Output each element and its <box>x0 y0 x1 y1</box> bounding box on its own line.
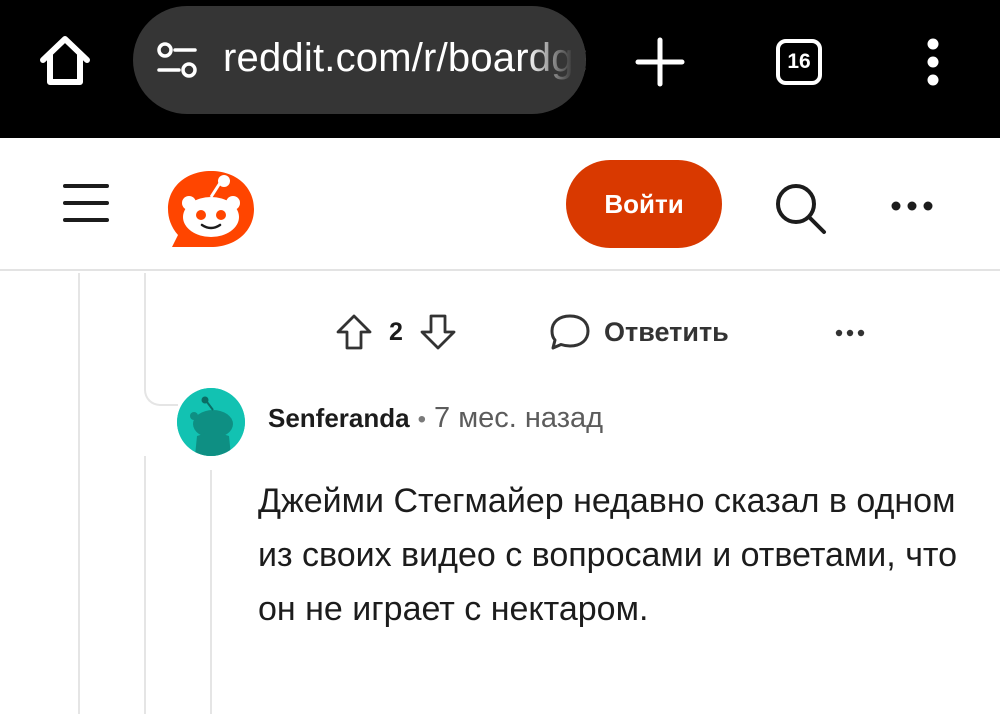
reply-bubble-icon <box>550 314 590 350</box>
reddit-header: Войти <box>0 138 1000 271</box>
tab-count: 16 <box>787 50 811 73</box>
tabs-icon: 16 <box>776 39 822 85</box>
hamburger-menu-icon[interactable] <box>55 178 117 228</box>
meta-separator: • <box>417 406 427 433</box>
reddit-logo-icon[interactable] <box>162 165 260 253</box>
reply-button[interactable]: Ответить <box>548 306 729 358</box>
comment-action-bar: 2 <box>330 300 462 364</box>
downvote-button[interactable] <box>414 308 462 356</box>
browser-toolbar: reddit.com/r/boardgames 16 <box>0 0 1000 138</box>
plus-icon <box>635 37 685 87</box>
timestamp: 7 мес. назад <box>434 402 604 434</box>
thread-line-reply <box>210 470 212 714</box>
thread-line-parent-lower <box>144 456 146 714</box>
url-bar[interactable]: reddit.com/r/boardgames <box>133 6 586 114</box>
upvote-icon <box>336 314 372 350</box>
home-button[interactable] <box>30 20 100 100</box>
search-icon[interactable] <box>768 176 832 240</box>
vote-count: 2 <box>389 317 403 346</box>
comment-meta: Senferanda • 7 мес. назад <box>268 402 603 435</box>
snoo-avatar-icon <box>177 388 245 456</box>
home-icon <box>40 36 90 85</box>
browser-menu-button[interactable] <box>908 30 958 94</box>
more-options-icon[interactable] <box>826 318 874 348</box>
kebab-menu-icon <box>927 38 939 86</box>
username[interactable]: Senferanda <box>268 403 410 434</box>
site-settings-icon[interactable] <box>155 40 199 80</box>
new-tab-button[interactable] <box>628 30 692 94</box>
upvote-button[interactable] <box>330 308 378 356</box>
downvote-icon <box>420 314 456 350</box>
reply-label: Ответить <box>604 316 729 347</box>
thread-connector <box>144 384 178 406</box>
more-icon[interactable] <box>882 186 942 226</box>
tab-switcher-button[interactable]: 16 <box>770 34 828 90</box>
thread-line-outer <box>78 273 80 714</box>
url-fade <box>526 6 586 114</box>
avatar[interactable] <box>177 388 245 456</box>
login-button[interactable]: Войти <box>566 160 722 248</box>
thread-line-parent <box>144 273 146 385</box>
comment-body: Джейми Стегмайер недавно сказал в одном … <box>258 482 958 628</box>
